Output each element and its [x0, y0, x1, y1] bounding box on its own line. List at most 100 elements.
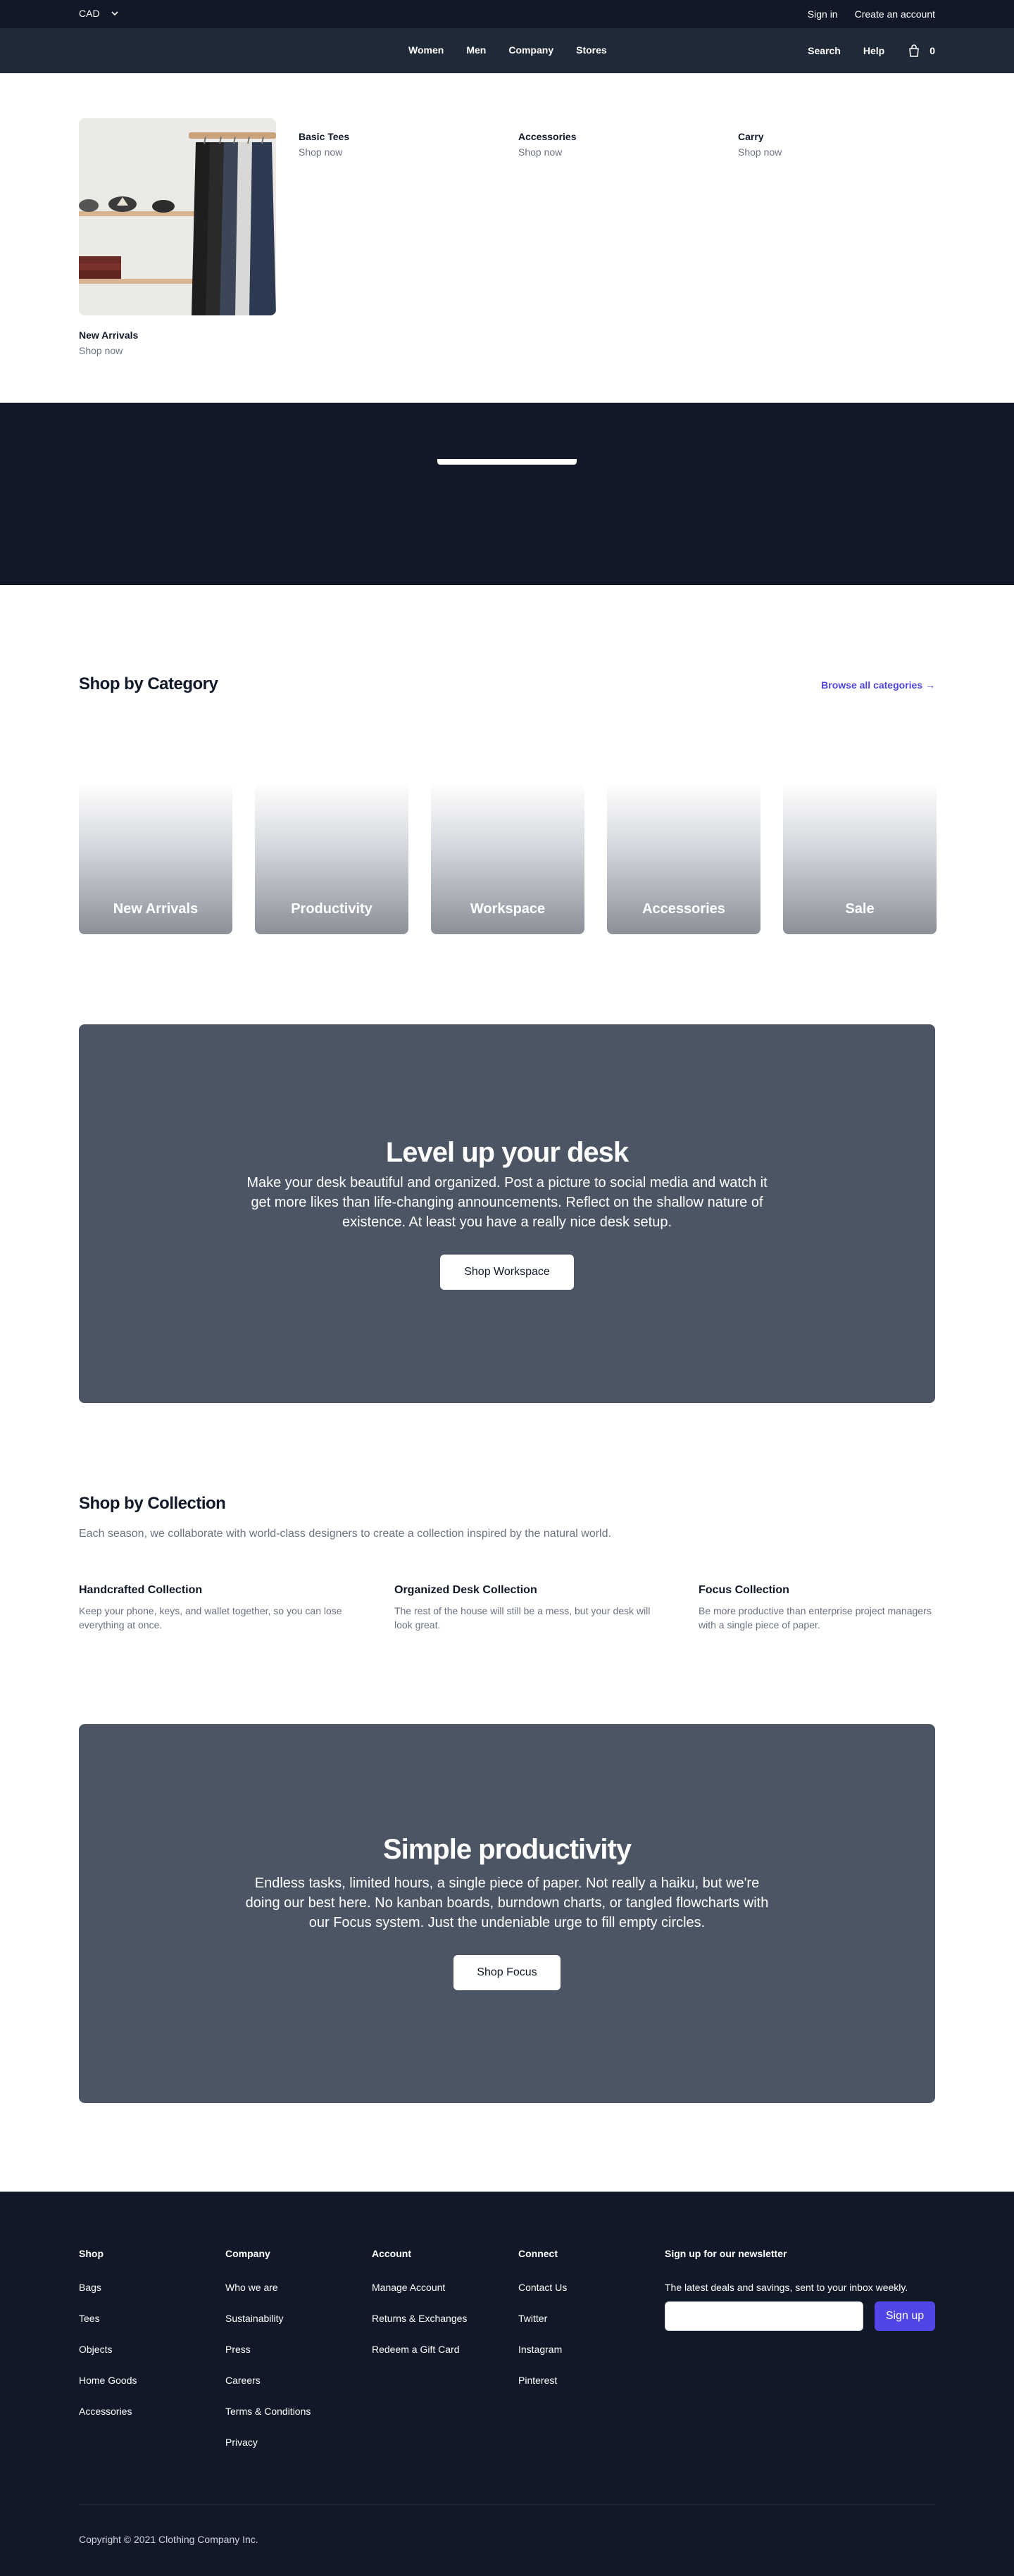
nav-item-men[interactable]: Men	[466, 44, 486, 56]
nav-categories: Women Men Company Stores	[408, 44, 607, 56]
collection-item-text: Keep your phone, keys, and wallet togeth…	[79, 1605, 342, 1631]
collection-item-text: Be more productive than enterprise proje…	[699, 1605, 932, 1631]
category-card-label: New Arrivals	[113, 901, 199, 917]
focus-promo: Simple productivity Endless tasks, limit…	[79, 1724, 935, 2103]
flyout-column-accessories[interactable]: Accessories Shop now	[518, 131, 577, 158]
footer-link-home-goods[interactable]: Home Goods	[79, 2375, 137, 2386]
footer-link-contact[interactable]: Contact Us	[518, 2282, 567, 2293]
collection-item-title: Organized Desk Collection	[394, 1584, 537, 1596]
footer-link-who-we-are[interactable]: Who we are	[225, 2282, 278, 2293]
footer-column-title: Company	[225, 2248, 270, 2259]
flyout-column-basic-tees[interactable]: Basic Tees Shop now	[299, 131, 349, 158]
top-bar: CAD Sign in Create an account	[0, 0, 1014, 28]
create-account-link[interactable]: Create an account	[855, 8, 935, 20]
footer-column-title: Connect	[518, 2248, 558, 2259]
flyout-column-cta[interactable]: Shop now	[738, 146, 782, 158]
category-cards: New Arrivals Productivity Workspace Acce…	[79, 783, 937, 934]
footer-link-press[interactable]: Press	[225, 2344, 251, 2355]
browse-all-categories-link[interactable]: Browse all categories →	[821, 679, 935, 691]
nav-utilities: Search Help 0	[808, 44, 935, 58]
footer-link-sustainability[interactable]: Sustainability	[225, 2313, 284, 2324]
footer-column-shop: Shop Bags Tees Objects Home Goods Access…	[79, 2248, 206, 2437]
category-card-sale[interactable]: Sale	[783, 783, 937, 934]
hero-button[interactable]	[437, 459, 577, 465]
category-card-label: Accessories	[642, 901, 725, 917]
footer-link-returns[interactable]: Returns & Exchanges	[372, 2313, 467, 2324]
nav-item-company[interactable]: Company	[508, 44, 553, 56]
newsletter-form: Sign up	[665, 2301, 935, 2331]
footer-link-tees[interactable]: Tees	[79, 2313, 100, 2324]
main-nav: Women Men Company Stores Search Help 0	[0, 28, 1014, 73]
footer-column-account: Account Manage Account Returns & Exchang…	[372, 2248, 499, 2375]
workspace-promo: Level up your desk Make your desk beauti…	[79, 1024, 935, 1403]
collection-item-title: Handcrafted Collection	[79, 1584, 203, 1596]
category-card-label: Productivity	[291, 901, 373, 917]
collection-item-handcrafted[interactable]: Handcrafted Collection Keep your phone, …	[79, 1584, 349, 1632]
collection-list: Handcrafted Collection Keep your phone, …	[79, 1584, 935, 1632]
footer-column-title: Account	[372, 2248, 411, 2259]
flyout-featured-item[interactable]: New Arrivals Shop now	[79, 118, 276, 356]
shopping-bag-icon	[909, 44, 920, 57]
category-card-label: Sale	[845, 901, 875, 917]
category-card-productivity[interactable]: Productivity	[255, 783, 408, 934]
promo-title: Level up your desk	[385, 1137, 629, 1168]
newsletter-sign-up-button[interactable]: Sign up	[875, 2301, 935, 2331]
footer-link-privacy[interactable]: Privacy	[225, 2437, 258, 2448]
chevron-down-icon	[111, 11, 118, 16]
footer-link-bags[interactable]: Bags	[79, 2282, 101, 2293]
shop-focus-button[interactable]: Shop Focus	[453, 1955, 561, 1990]
footer-column-title: Shop	[79, 2248, 104, 2259]
flyout-featured-title[interactable]: New Arrivals	[79, 329, 276, 341]
flyout-column-carry[interactable]: Carry Shop now	[738, 131, 782, 158]
footer-link-instagram[interactable]: Instagram	[518, 2344, 562, 2355]
collection-item-text: The rest of the house will still be a me…	[394, 1605, 651, 1631]
category-card-label: Workspace	[470, 901, 546, 917]
collection-item-title: Focus Collection	[699, 1584, 789, 1596]
footer-link-careers[interactable]: Careers	[225, 2375, 261, 2386]
footer-link-twitter[interactable]: Twitter	[518, 2313, 547, 2324]
account-links: Sign in Create an account	[808, 8, 935, 20]
footer-link-manage-account[interactable]: Manage Account	[372, 2282, 445, 2293]
promo-title: Simple productivity	[382, 1834, 632, 1865]
category-card-workspace[interactable]: Workspace	[431, 783, 584, 934]
cart-count: 0	[930, 45, 935, 56]
promo-body: Endless tasks, limited hours, a single p…	[245, 1876, 769, 1930]
footer-link-gift-card[interactable]: Redeem a Gift Card	[372, 2344, 460, 2355]
search-link[interactable]: Search	[808, 45, 841, 56]
nav-item-stores[interactable]: Stores	[576, 44, 607, 56]
collection-item-organized-desk[interactable]: Organized Desk Collection The rest of th…	[394, 1584, 653, 1632]
flyout-column-title[interactable]: Carry	[738, 131, 782, 142]
help-link[interactable]: Help	[863, 45, 884, 56]
site-footer: Shop Bags Tees Objects Home Goods Access…	[0, 2192, 1014, 2576]
flyout-column-title[interactable]: Basic Tees	[299, 131, 349, 142]
category-section-title: Shop by Category	[79, 674, 218, 693]
category-card-accessories[interactable]: Accessories	[607, 783, 760, 934]
copyright-text: Copyright © 2021 Clothing Company Inc.	[79, 2534, 258, 2545]
cart-button[interactable]: 0	[907, 44, 935, 58]
newsletter-email-input[interactable]	[665, 2301, 864, 2331]
newsletter-signup: Sign up for our newsletter The latest de…	[665, 2248, 935, 2331]
nav-item-women[interactable]: Women	[408, 44, 444, 56]
newsletter-text: The latest deals and savings, sent to yo…	[665, 2282, 908, 2293]
currency-selector[interactable]: CAD	[79, 8, 120, 19]
shop-workspace-button[interactable]: Shop Workspace	[440, 1255, 574, 1290]
footer-column-company: Company Who we are Sustainability Press …	[225, 2248, 352, 2468]
flyout-column-cta[interactable]: Shop now	[299, 146, 349, 158]
flyout-column-title[interactable]: Accessories	[518, 131, 577, 142]
footer-column-connect: Connect Contact Us Twitter Instagram Pin…	[518, 2248, 645, 2406]
women-flyout-menu: New Arrivals Shop now Basic Tees Shop no…	[0, 73, 1014, 403]
footer-link-pinterest[interactable]: Pinterest	[518, 2375, 557, 2386]
collection-section-description: Each season, we collaborate with world-c…	[79, 1528, 611, 1540]
collection-section-title: Shop by Collection	[79, 1494, 226, 1513]
footer-link-accessories[interactable]: Accessories	[79, 2406, 132, 2417]
newsletter-title: Sign up for our newsletter	[665, 2248, 787, 2259]
footer-link-terms[interactable]: Terms & Conditions	[225, 2406, 311, 2417]
flyout-column-cta[interactable]: Shop now	[518, 146, 577, 158]
category-card-new-arrivals[interactable]: New Arrivals	[79, 783, 232, 934]
footer-link-objects[interactable]: Objects	[79, 2344, 112, 2355]
collection-item-focus[interactable]: Focus Collection Be more productive than…	[699, 1584, 935, 1632]
page: CAD Sign in Create an account Women Men …	[0, 0, 1014, 2576]
promo-body: Make your desk beautiful and organized. …	[246, 1175, 768, 1230]
flyout-featured-cta[interactable]: Shop now	[79, 345, 276, 356]
sign-in-link[interactable]: Sign in	[808, 8, 838, 20]
